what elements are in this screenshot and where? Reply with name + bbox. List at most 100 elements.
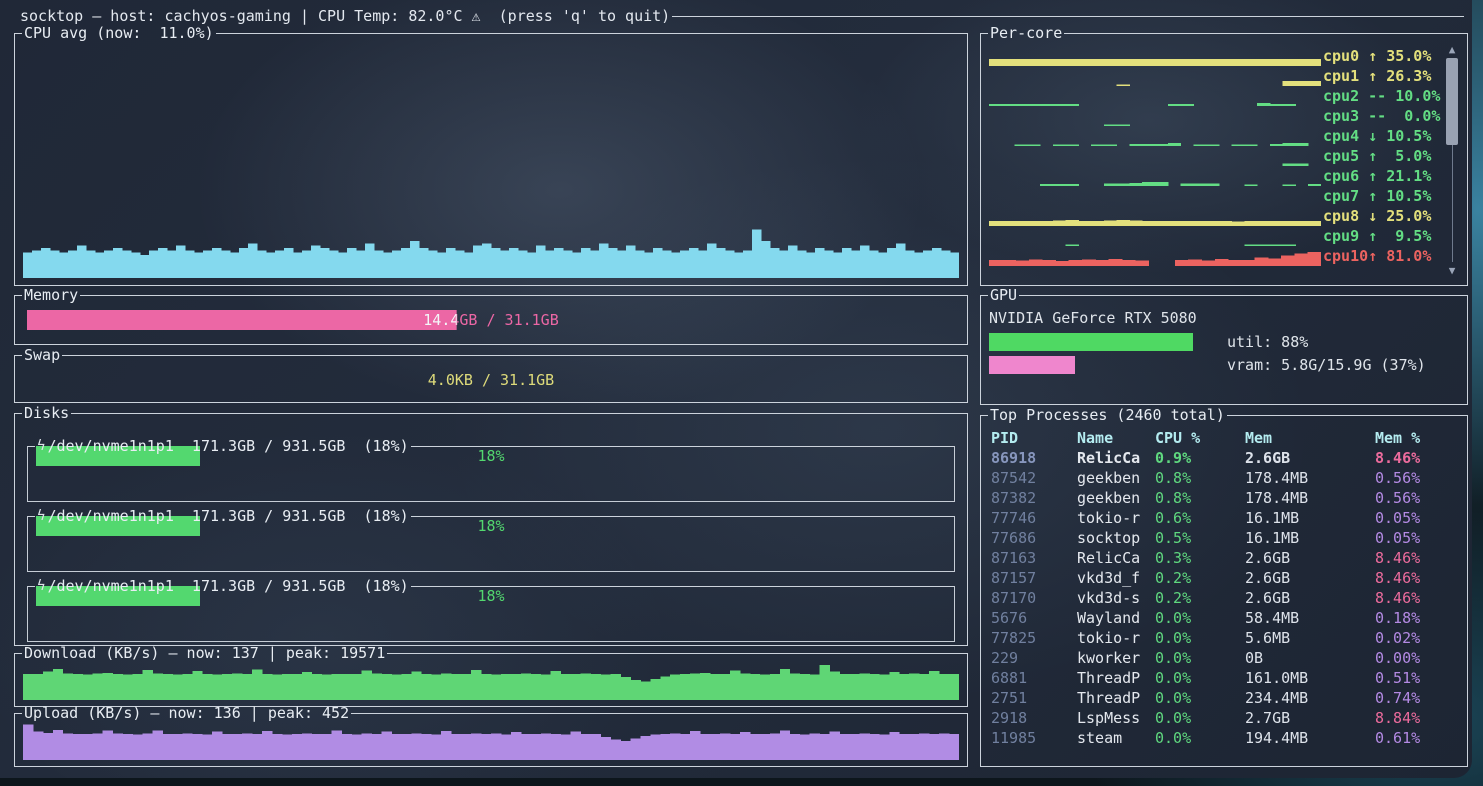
process-mem-percent: 0.00%	[1375, 649, 1455, 667]
cpu-avg-chart	[23, 47, 959, 278]
process-mem-percent: 0.56%	[1375, 469, 1455, 487]
process-row[interactable]: 77686 socktop 0.5% 16.1MB 0.05%	[991, 528, 1455, 548]
core-row: cpu9 ↑ 9.5%	[989, 226, 1435, 246]
process-mem-percent: 8.46%	[1375, 549, 1455, 567]
gpu-util-label: util: 88%	[1227, 333, 1308, 351]
col-name: Name	[1077, 429, 1155, 447]
process-mem-percent: 8.46%	[1375, 589, 1455, 607]
disk-list: ϟ /dev/nvme1n1p1 171.3GB / 931.5GB (18%)…	[15, 413, 967, 642]
process-name: geekben	[1077, 489, 1155, 507]
processes-title: Top Processes (2460 total)	[988, 406, 1227, 424]
process-row[interactable]: 6881 ThreadP 0.0% 161.0MB 0.51%	[991, 668, 1455, 688]
memory-gauge: 14.4GB / 31.1GB 14.4GB / 31.1GB	[27, 310, 955, 330]
process-row[interactable]: 2918 LspMess 0.0% 2.7GB 8.84%	[991, 708, 1455, 728]
process-mem: 58.4MB	[1245, 609, 1375, 627]
core-row: cpu3 -- 0.0%	[989, 106, 1435, 126]
swap-title: Swap	[22, 346, 62, 364]
process-mem-percent: 8.84%	[1375, 709, 1455, 727]
process-row[interactable]: 229 kworker 0.0% 0B 0.00%	[991, 648, 1455, 668]
process-name: ThreadP	[1077, 689, 1155, 707]
process-mem-percent: 8.46%	[1375, 569, 1455, 587]
disk-entry-title: /dev/nvme1n1p1 171.3GB / 931.5GB (18%)	[45, 507, 410, 525]
process-cpu-percent: 0.8%	[1155, 469, 1245, 487]
process-name: vkd3d_f	[1077, 569, 1155, 587]
process-name: tokio-r	[1077, 509, 1155, 527]
process-pid: 6881	[991, 669, 1077, 687]
core-label: cpu6 ↑ 21.1%	[1323, 166, 1435, 186]
process-pid: 87157	[991, 569, 1077, 587]
process-mem-percent: 0.61%	[1375, 729, 1455, 747]
process-row[interactable]: 5676 Wayland 0.0% 58.4MB 0.18%	[991, 608, 1455, 628]
disk-entry: ϟ /dev/nvme1n1p1 171.3GB / 931.5GB (18%)…	[27, 516, 955, 572]
process-mem-percent: 0.51%	[1375, 669, 1455, 687]
process-row[interactable]: 86918 RelicCa 0.9% 2.6GB 8.46%	[991, 448, 1455, 468]
scroll-up-icon[interactable]: ▲	[1449, 43, 1456, 56]
core-scrollbar[interactable]: ▲ ▼	[1444, 43, 1460, 277]
process-row[interactable]: 87157 vkd3d_f 0.2% 2.6GB 8.46%	[991, 568, 1455, 588]
process-mem: 0B	[1245, 649, 1375, 667]
process-mem: 2.6GB	[1245, 569, 1375, 587]
process-cpu-percent: 0.2%	[1155, 589, 1245, 607]
process-cpu-percent: 0.2%	[1155, 569, 1245, 587]
process-mem-percent: 0.74%	[1375, 689, 1455, 707]
process-mem-percent: 0.02%	[1375, 629, 1455, 647]
process-pid: 229	[991, 649, 1077, 667]
process-mem: 194.4MB	[1245, 729, 1375, 747]
window-title: socktop — host: cachyos-gaming | CPU Tem…	[20, 7, 670, 25]
download-chart	[23, 662, 959, 700]
process-pid: 2751	[991, 689, 1077, 707]
scrollbar-track[interactable]	[1444, 56, 1460, 264]
process-cpu-percent: 0.0%	[1155, 649, 1245, 667]
process-mem-percent: 0.05%	[1375, 509, 1455, 527]
process-mem: 16.1MB	[1245, 529, 1375, 547]
upload-chart	[23, 722, 959, 760]
process-cpu-percent: 0.0%	[1155, 709, 1245, 727]
download-title: Download (KB/s) — now: 137 | peak: 19571	[22, 644, 387, 662]
process-row[interactable]: 77825 tokio-r 0.0% 5.6MB 0.02%	[991, 628, 1455, 648]
process-cpu-percent: 0.0%	[1155, 669, 1245, 687]
download-panel: Download (KB/s) — now: 137 | peak: 19571	[14, 653, 968, 707]
process-row[interactable]: 2751 ThreadP 0.0% 234.4MB 0.74%	[991, 688, 1455, 708]
process-mem: 16.1MB	[1245, 509, 1375, 527]
core-row: cpu4 ↓ 10.5%	[989, 126, 1435, 146]
core-row: cpu6 ↑ 21.1%	[989, 166, 1435, 186]
process-row[interactable]: 87542 geekben 0.8% 178.4MB 0.56%	[991, 468, 1455, 488]
process-row[interactable]: 11985 steam 0.0% 194.4MB 0.61%	[991, 728, 1455, 748]
process-mem: 178.4MB	[1245, 489, 1375, 507]
core-sparkline	[989, 206, 1321, 226]
core-label: cpu9 ↑ 9.5%	[1323, 226, 1435, 246]
lightning-icon: ϟ	[35, 578, 45, 594]
col-mem: Mem	[1245, 429, 1375, 447]
scroll-down-icon[interactable]: ▼	[1449, 264, 1456, 277]
gpu-util-bar	[989, 333, 1193, 351]
core-sparkline	[989, 166, 1321, 186]
process-mem: 5.6MB	[1245, 629, 1375, 647]
window-titlebar: socktop — host: cachyos-gaming | CPU Tem…	[20, 6, 1464, 26]
process-row[interactable]: 87382 geekben 0.8% 178.4MB 0.56%	[991, 488, 1455, 508]
process-name: socktop	[1077, 529, 1155, 547]
gpu-vram-bar	[989, 356, 1075, 374]
core-sparkline	[989, 66, 1321, 86]
process-name: ThreadP	[1077, 669, 1155, 687]
cpu-avg-panel: CPU avg (now: 11.0%)	[14, 33, 968, 286]
swap-panel: Swap 4.0KB / 31.1GB	[14, 355, 968, 403]
core-label: cpu2 -- 10.0%	[1323, 86, 1435, 106]
process-row[interactable]: 87163 RelicCa 0.3% 2.6GB 8.46%	[991, 548, 1455, 568]
disk-entry: ϟ /dev/nvme1n1p1 171.3GB / 931.5GB (18%)…	[27, 586, 955, 642]
process-mem: 161.0MB	[1245, 669, 1375, 687]
core-label: cpu0 ↑ 35.0%	[1323, 46, 1435, 66]
scrollbar-thumb[interactable]	[1446, 58, 1458, 145]
process-cpu-percent: 0.3%	[1155, 549, 1245, 567]
process-name: Wayland	[1077, 609, 1155, 627]
process-pid: 77686	[991, 529, 1077, 547]
process-cpu-percent: 0.0%	[1155, 609, 1245, 627]
gpu-util-bar-area	[989, 333, 1221, 351]
process-pid: 5676	[991, 609, 1077, 627]
process-name: steam	[1077, 729, 1155, 747]
process-row[interactable]: 77746 tokio-r 0.6% 16.1MB 0.05%	[991, 508, 1455, 528]
core-sparkline	[989, 246, 1321, 266]
disks-title: Disks	[22, 404, 71, 422]
core-sparkline	[989, 46, 1321, 66]
process-row[interactable]: 87170 vkd3d-s 0.2% 2.6GB 8.46%	[991, 588, 1455, 608]
process-name: vkd3d-s	[1077, 589, 1155, 607]
